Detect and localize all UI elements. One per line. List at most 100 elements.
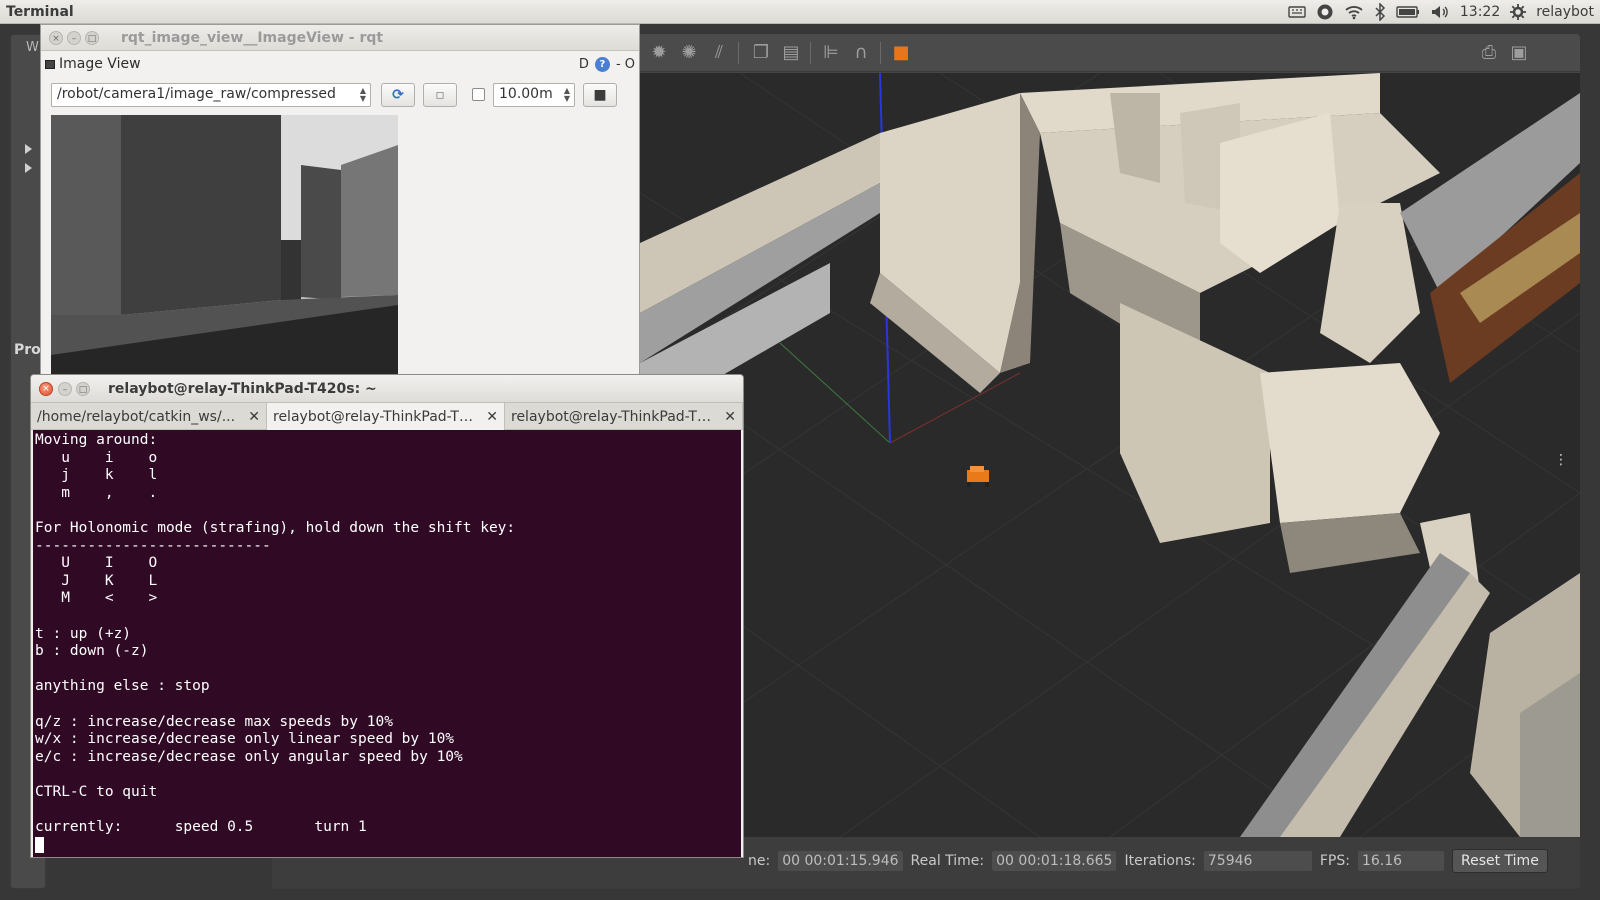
terminal-line: CTRL-C to quit [35, 783, 158, 800]
system-tray: 13:22 relaybot [1288, 2, 1594, 21]
tab-close-icon[interactable]: ✕ [248, 409, 260, 425]
range-value: 10.00m [499, 86, 553, 102]
toolbar-separator [810, 42, 811, 64]
terminal-window-title: relaybot@relay-ThinkPad-T420s: ~ [108, 380, 377, 397]
point-light-icon[interactable]: ✺ [678, 42, 700, 64]
terminal-line: j k l [35, 467, 158, 484]
terminal-line: --------------------------- [35, 537, 271, 554]
wifi-icon[interactable] [1344, 4, 1364, 20]
panel-minimize-close[interactable]: - O [616, 57, 635, 72]
sim-time-value: 00 00:01:15.946 [778, 851, 903, 871]
terminal-line: w/x : increase/decrease only linear spee… [35, 731, 455, 748]
topic-value: /robot/camera1/image_raw/compressed [57, 86, 336, 102]
maximize-icon[interactable]: □ [85, 30, 99, 45]
toolbar-separator [738, 42, 739, 64]
tab-close-icon[interactable]: ✕ [724, 409, 736, 425]
battery-icon[interactable] [1396, 5, 1420, 19]
zoom-button[interactable]: ▫ [423, 83, 457, 107]
spot-light-icon[interactable]: ⫽ [708, 42, 730, 64]
snap-magnet-icon[interactable]: ∩ [850, 42, 872, 64]
close-icon[interactable]: × [39, 381, 53, 396]
terminal-line: u i o [35, 449, 158, 466]
terminal-status-line: currently: speed 0.5 turn 1 [35, 819, 367, 836]
terminal-tab-2[interactable]: relaybot@relay-ThinkPad-T4... ✕ [267, 403, 505, 430]
combo-arrows-icon: ▲ ▼ [359, 86, 366, 103]
panel-title: Image View [59, 56, 141, 72]
terminal-cursor [35, 837, 44, 853]
bluetooth-icon[interactable] [1374, 2, 1386, 21]
terminal-line: b : down (-z) [35, 643, 149, 660]
expand-arrow-icon[interactable] [25, 144, 32, 154]
spin-arrows-icon: ▲ ▼ [563, 86, 570, 103]
terminal-line: anything else : stop [35, 678, 210, 695]
clock[interactable]: 13:22 [1460, 4, 1500, 20]
tab-label: relaybot@relay-ThinkPad-T4... [273, 408, 481, 425]
copy-icon[interactable]: ❐ [750, 42, 772, 64]
terminal-window: × – □ relaybot@relay-ThinkPad-T420s: ~ /… [30, 374, 744, 858]
background-window-pro-label: Pro [14, 342, 41, 358]
toolbar-separator [880, 42, 881, 64]
rqt-image-view-window: × – □ rqt_image_view__ImageView - rqt Im… [40, 24, 640, 384]
fps-label: FPS: [1319, 853, 1350, 869]
dock-toggle[interactable]: D [579, 57, 589, 72]
terminal-line: J K L [35, 572, 158, 589]
terminal-output[interactable]: Moving around: u i o j k l m , . For Hol… [33, 430, 741, 857]
screenshot-camera-icon[interactable]: ⎙ [1478, 42, 1500, 64]
iterations-value: 75946 [1203, 851, 1312, 871]
volume-icon[interactable] [1430, 4, 1450, 20]
iterations-label: Iterations: [1124, 853, 1196, 869]
tab-close-icon[interactable]: ✕ [486, 409, 498, 425]
gazebo-3d-viewport[interactable] [640, 73, 1580, 837]
terminal-line: q/z : increase/decrease max speeds by 10… [35, 713, 393, 730]
terminal-line: For Holonomic mode (strafing), hold down… [35, 519, 516, 536]
keyboard-icon[interactable] [1288, 5, 1306, 19]
sim-time-label: ne: [748, 853, 771, 869]
camera-image [51, 115, 398, 383]
topic-select[interactable]: /robot/camera1/image_raw/compressed ▲ ▼ [51, 83, 371, 107]
rqt-titlebar: × – □ rqt_image_view__ImageView - rqt [41, 25, 639, 51]
minimize-icon[interactable]: – [67, 30, 81, 45]
maximize-icon[interactable]: □ [76, 381, 90, 396]
help-icon[interactable]: ? [594, 56, 610, 72]
refresh-topics-button[interactable]: ⟳ [381, 83, 415, 107]
rqt-window-title: rqt_image_view__ImageView - rqt [121, 29, 384, 46]
sync-icon[interactable] [1316, 3, 1334, 21]
user-name[interactable]: relaybot [1536, 4, 1594, 20]
view-angle-icon[interactable]: ■ [890, 42, 912, 64]
smooth-checkbox[interactable] [472, 88, 485, 101]
terminal-line: e/c : increase/decrease only angular spe… [35, 748, 463, 765]
terminal-line: M < > [35, 590, 158, 607]
align-icon[interactable]: ⊫ [820, 42, 842, 64]
save-image-button[interactable]: ■ [583, 83, 617, 107]
terminal-tab-3[interactable]: relaybot@relay-ThinkPad-T4... ✕ [505, 403, 743, 430]
sun-light-icon[interactable]: ✹ [648, 42, 670, 64]
top-panel: Terminal 13:22 relaybot [0, 0, 1600, 24]
background-window-label: W [26, 40, 39, 55]
active-app-title: Terminal [6, 3, 74, 20]
terminal-line: t : up (+z) [35, 625, 132, 642]
close-icon[interactable]: × [49, 30, 63, 45]
expand-arrow-icon[interactable] [25, 163, 32, 173]
minimize-icon[interactable]: – [58, 381, 72, 396]
image-view-controls: /robot/camera1/image_raw/compressed ▲ ▼ ⟳… [51, 83, 631, 107]
terminal-line: U I O [35, 555, 158, 572]
terminal-line: m , . [35, 484, 158, 501]
paste-icon[interactable]: ▤ [780, 42, 802, 64]
tab-label: relaybot@relay-ThinkPad-T4... [511, 408, 719, 425]
terminal-tab-1[interactable]: /home/relaybot/catkin_ws/... ✕ [31, 403, 267, 430]
log-icon[interactable]: ▣ [1508, 42, 1530, 64]
fps-value: 16.16 [1357, 851, 1444, 871]
image-view-panel-header: Image View D ? - O [41, 51, 639, 77]
terminal-titlebar: × – □ relaybot@relay-ThinkPad-T420s: ~ [31, 375, 743, 402]
range-spinbox[interactable]: 10.00m ▲ ▼ [493, 83, 575, 107]
terminal-line: Moving around: [35, 432, 158, 448]
session-gear-icon[interactable] [1510, 3, 1527, 20]
reset-time-button[interactable]: Reset Time [1451, 849, 1548, 873]
side-panel-handle-icon[interactable]: ⋮ [1554, 452, 1568, 468]
